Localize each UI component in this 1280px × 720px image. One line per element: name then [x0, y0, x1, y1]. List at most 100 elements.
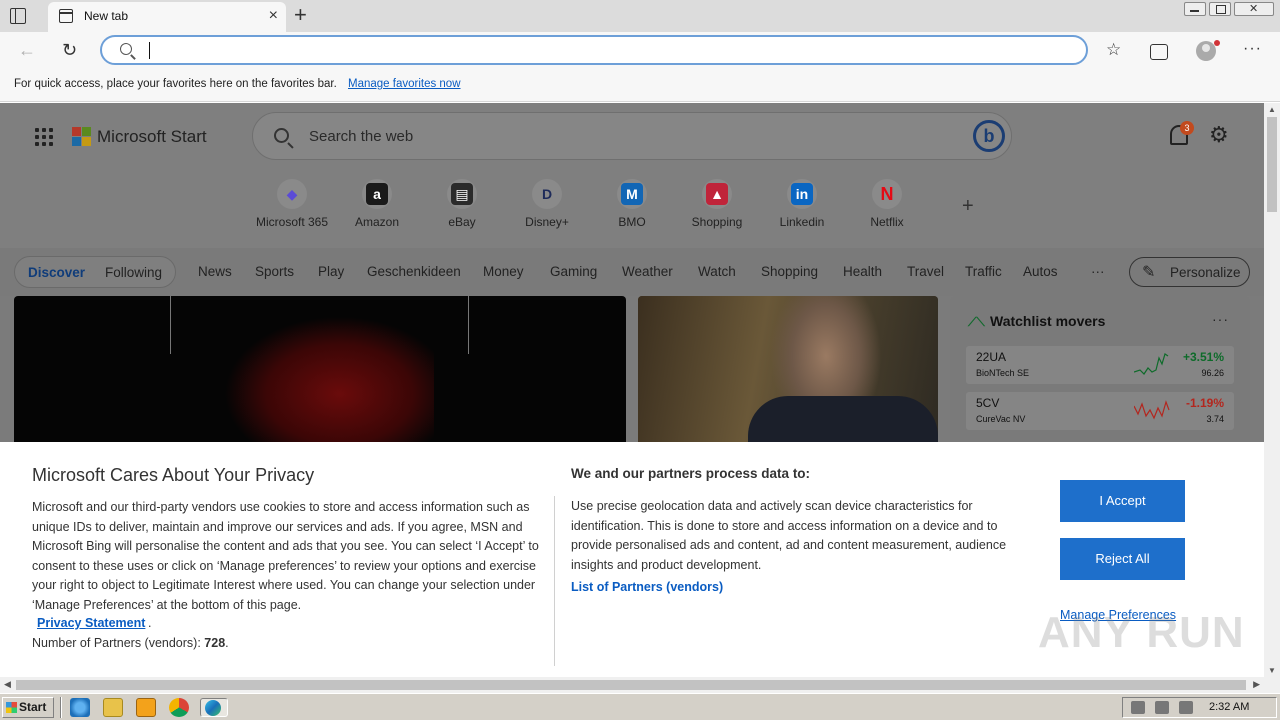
stock-row[interactable]: 5CV CureVac NV -1.19% 3.74 — [966, 392, 1234, 430]
collections-icon[interactable] — [1150, 44, 1168, 60]
text-caret — [149, 42, 150, 59]
tab-actions-icon[interactable] — [10, 8, 26, 24]
favorites-star-icon[interactable]: ☆ — [1106, 40, 1121, 60]
notification-badge: 3 — [1180, 121, 1194, 135]
quick-link-label: Netflix — [870, 215, 904, 229]
start-button[interactable]: Start — [2, 697, 54, 718]
nav-news[interactable]: News — [198, 264, 232, 279]
internet-explorer-icon[interactable] — [70, 698, 90, 717]
nav-shopping[interactable]: Shopping — [761, 264, 818, 279]
microsoft-365-icon: ◆ — [277, 179, 307, 209]
edge-icon — [205, 700, 221, 716]
amazon-icon: a — [362, 179, 392, 209]
network-icon[interactable] — [1155, 701, 1169, 714]
new-tab-button[interactable]: + — [294, 3, 307, 27]
disney-plus-icon: D — [532, 179, 562, 209]
tab-title: New tab — [84, 9, 129, 23]
feed-card-image[interactable] — [638, 296, 938, 446]
favorites-bar-text: For quick access, place your favorites h… — [14, 78, 337, 90]
media-player-icon[interactable] — [136, 698, 156, 717]
tab-discover[interactable]: Discover — [28, 265, 85, 280]
search-placeholder: Search the web — [309, 128, 414, 145]
scroll-up-arrow-icon[interactable]: ▲ — [1268, 105, 1276, 114]
back-arrow-icon[interactable]: ← — [18, 40, 36, 60]
nav-gaming[interactable]: Gaming — [550, 264, 597, 279]
accept-button[interactable]: I Accept — [1060, 480, 1185, 522]
quick-links: ◆ Microsoft 365 a Amazon ▤ eBay D Disney… — [250, 179, 990, 239]
quick-link-ebay[interactable]: ▤ eBay — [420, 179, 504, 239]
close-window-button[interactable] — [1234, 2, 1274, 16]
flag-icon[interactable] — [1179, 701, 1193, 714]
discover-following-toggle: Discover Following — [14, 256, 176, 288]
tab-following[interactable]: Following — [105, 265, 162, 280]
tab-new-tab[interactable]: New tab × — [48, 2, 286, 32]
scroll-thumb[interactable] — [1267, 117, 1277, 212]
nav-watch[interactable]: Watch — [698, 264, 736, 279]
address-bar[interactable] — [100, 35, 1088, 65]
nav-more[interactable]: ··· — [1091, 264, 1105, 279]
taskbar-separator — [60, 697, 62, 718]
personalize-label: Personalize — [1170, 265, 1241, 280]
stock-value: 3.74 — [1206, 414, 1224, 424]
card-image-suit — [748, 396, 938, 446]
nav-money[interactable]: Money — [483, 264, 524, 279]
stock-row[interactable]: 22UA BioNTech SE +3.51% 96.26 — [966, 346, 1234, 384]
watchlist-more-icon[interactable]: ··· — [1212, 311, 1229, 327]
nav-play[interactable]: Play — [318, 264, 344, 279]
card-image — [224, 316, 434, 446]
vendors-list-link[interactable]: List of Partners (vendors) — [571, 580, 723, 594]
trend-icon: ⟋⟍ — [968, 315, 985, 329]
scroll-left-arrow-icon[interactable]: ◀ — [4, 679, 11, 690]
quick-link-linkedin[interactable]: in Linkedin — [760, 179, 844, 239]
reload-icon[interactable]: ↻ — [62, 40, 77, 60]
feed-card-image[interactable] — [14, 296, 626, 446]
quick-link-bmo[interactable]: M BMO — [590, 179, 674, 239]
nav-health[interactable]: Health — [843, 264, 882, 279]
edge-taskbar-button[interactable] — [200, 698, 228, 717]
windows-taskbar: Start 2:32 AM — [0, 693, 1280, 720]
add-quick-link-button[interactable]: + — [962, 195, 974, 218]
scroll-down-arrow-icon[interactable]: ▼ — [1268, 666, 1276, 675]
nav-travel[interactable]: Travel — [907, 264, 944, 279]
settings-gear-icon[interactable]: ⚙ — [1209, 123, 1229, 147]
folder-icon[interactable] — [103, 698, 123, 717]
maximize-button[interactable] — [1209, 2, 1231, 16]
quick-link-netflix[interactable]: N Netflix — [845, 179, 929, 239]
watchlist-card: ⟋⟍ Watchlist movers ··· 22UA BioNTech SE… — [950, 296, 1250, 446]
quick-link-label: Disney+ — [525, 215, 569, 229]
horizontal-scrollbar[interactable]: ◀ ▶ — [0, 677, 1264, 693]
scroll-right-arrow-icon[interactable]: ▶ — [1253, 679, 1260, 690]
quick-link-microsoft-365[interactable]: ◆ Microsoft 365 — [250, 179, 334, 239]
browser-toolbar: ← ↻ ☆ ··· — [0, 32, 1280, 70]
brand-title[interactable]: Microsoft Start — [97, 127, 207, 147]
reject-all-button[interactable]: Reject All — [1060, 538, 1185, 580]
quick-link-shopping[interactable]: ▲ Shopping — [675, 179, 759, 239]
partners-count-text: Number of Partners (vendors): 728. — [32, 636, 229, 650]
nav-sports[interactable]: Sports — [255, 264, 294, 279]
stock-sparkline — [1134, 353, 1169, 375]
privacy-body: Microsoft and our third-party vendors us… — [32, 500, 539, 612]
stock-symbol: 5CV — [976, 396, 1000, 410]
privacy-title: Microsoft Cares About Your Privacy — [32, 465, 315, 485]
volume-icon[interactable] — [1131, 701, 1145, 714]
bing-chat-button[interactable]: b — [973, 120, 1005, 152]
tab-close-icon[interactable]: × — [269, 7, 278, 25]
minimize-button[interactable] — [1184, 2, 1206, 16]
more-options-icon[interactable]: ··· — [1243, 39, 1262, 59]
scroll-thumb[interactable] — [16, 680, 1246, 690]
nav-geschenkideen[interactable]: Geschenkideen — [367, 264, 461, 279]
manage-favorites-link[interactable]: Manage favorites now — [348, 78, 461, 90]
vertical-scrollbar[interactable]: ▲ ▼ — [1264, 103, 1280, 677]
nav-traffic[interactable]: Traffic — [965, 264, 1002, 279]
app-launcher-icon[interactable] — [35, 128, 53, 146]
chrome-icon[interactable] — [169, 698, 189, 717]
web-search-box[interactable]: Search the web b — [252, 112, 1012, 160]
privacy-statement-link[interactable]: Privacy Statement — [37, 616, 145, 630]
profile-avatar-icon[interactable] — [1196, 40, 1220, 61]
nav-autos[interactable]: Autos — [1023, 264, 1058, 279]
quick-link-disney-plus[interactable]: D Disney+ — [505, 179, 589, 239]
quick-link-amazon[interactable]: a Amazon — [335, 179, 419, 239]
clock[interactable]: 2:32 AM — [1209, 701, 1249, 713]
nav-weather[interactable]: Weather — [622, 264, 673, 279]
personalize-button[interactable]: ✎ Personalize — [1129, 257, 1250, 287]
